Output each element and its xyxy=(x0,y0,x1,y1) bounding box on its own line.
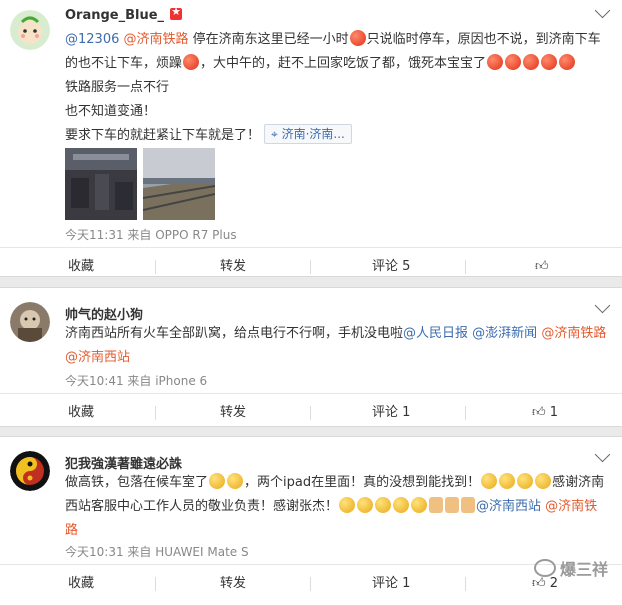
post-image-1[interactable] xyxy=(65,148,137,220)
post-time-source: 今天10:41 来自 iPhone 6 xyxy=(65,374,208,388)
divider xyxy=(465,577,466,591)
watermark-text: 爆三祥 xyxy=(559,560,608,579)
username[interactable]: 帅气的赵小狗 xyxy=(65,304,143,323)
location-text: 济南·济南... xyxy=(281,127,345,141)
post-time-source: 今天11:31 来自 OPPO R7 Plus xyxy=(65,228,237,242)
text-line: 要求下车的就赶紧让下车就是了！ xyxy=(65,128,261,143)
mention-link[interactable]: @澎湃新闻 xyxy=(472,326,537,341)
mention-link[interactable]: @济南西站 xyxy=(65,350,130,365)
mention-link[interactable]: @12306 xyxy=(65,32,119,47)
like-button[interactable]: 👍︎ xyxy=(535,248,549,286)
forward-button[interactable]: 转发 xyxy=(220,248,246,286)
angry-emoji-icon xyxy=(523,54,540,70)
location-tag[interactable]: ⌖ 济南·济南... xyxy=(264,124,352,144)
wechat-icon xyxy=(533,559,556,577)
thumbs-up-icon: 👍︎ xyxy=(532,405,546,420)
text-segment: ，两个ipad在里面！真的没想到能找到！ xyxy=(244,475,481,490)
collect-button[interactable]: 收藏 xyxy=(68,394,94,432)
crying-emoji-icon xyxy=(227,473,244,489)
pleading-emoji-icon xyxy=(411,497,428,513)
crying-emoji-icon xyxy=(209,473,226,489)
weibo-post-3: 犯我強漢著雖遠必誅 做高铁，包落在候车室了 ，两个ipad在里面！真的没想到能找到… xyxy=(0,436,622,606)
post-time-source: 今天10:31 来自 HUAWEI Mate S xyxy=(65,545,249,559)
avatar[interactable] xyxy=(10,302,50,342)
text-line: 铁路服务一点不行 xyxy=(65,80,170,95)
vip-badge-icon xyxy=(170,5,183,20)
watermark: 爆三祥 xyxy=(533,556,608,580)
text-line: 也不知道变通！ xyxy=(65,104,157,119)
divider xyxy=(310,406,311,420)
like-button[interactable]: 👍︎ 1 xyxy=(532,394,558,432)
text-segment: ，大中午的，赶不上回家吃饭了都，饿死本宝宝了 xyxy=(200,56,487,71)
relieved-emoji-icon xyxy=(535,473,552,489)
chevron-down-icon[interactable] xyxy=(594,446,611,463)
post-text: 做高铁，包落在候车室了 ，两个ipad在里面！真的没想到能找到！ 感谢济南西站客服中… xyxy=(65,471,610,543)
thumbs-up-icon: 👍︎ xyxy=(535,259,549,274)
mention-link[interactable]: @人民日报 xyxy=(403,326,468,341)
divider xyxy=(155,577,156,591)
post-text: 济南西站所有火车全部趴窝，给点电行不行啊，手机没电啦@人民日报 @澎湃新闻 @济… xyxy=(65,322,610,370)
mention-link[interactable]: @济南铁路 xyxy=(541,326,606,341)
pleading-emoji-icon xyxy=(393,497,410,513)
angry-emoji-icon xyxy=(505,54,522,70)
post-text: @12306 @济南铁路 停在济南东这里已经一小时 只说临时停车，原因也不说，到济… xyxy=(65,28,610,148)
divider xyxy=(310,577,311,591)
divider xyxy=(465,260,466,274)
divider xyxy=(155,260,156,274)
pleading-emoji-icon xyxy=(339,497,356,513)
pleading-emoji-icon xyxy=(375,497,392,513)
pleading-emoji-icon xyxy=(357,497,374,513)
mention-link[interactable]: @济南铁路 xyxy=(124,32,189,47)
username[interactable]: 犯我強漢著雖遠必誅 xyxy=(65,453,182,472)
text-segment: 济南西站所有火车全部趴窝，给点电行不行啊，手机没电啦 xyxy=(65,326,404,341)
relieved-emoji-icon xyxy=(517,473,534,489)
forward-button[interactable]: 转发 xyxy=(220,394,246,432)
chevron-down-icon[interactable] xyxy=(594,297,611,314)
post-image-2[interactable] xyxy=(142,148,216,220)
collect-button[interactable]: 收藏 xyxy=(68,248,94,286)
comment-button[interactable]: 评论 1 xyxy=(372,565,410,603)
like-count: 1 xyxy=(549,405,559,420)
divider xyxy=(310,260,311,274)
collect-button[interactable]: 收藏 xyxy=(68,565,94,603)
angry-emoji-icon xyxy=(559,54,576,70)
text-segment: 做高铁，包落在候车室了 xyxy=(65,475,209,490)
avatar[interactable] xyxy=(10,451,50,491)
relieved-emoji-icon xyxy=(499,473,516,489)
angry-emoji-icon xyxy=(183,54,200,70)
praying-hands-icon xyxy=(429,497,444,513)
action-bar: 收藏 转发 评论 1 👍︎ 2 xyxy=(0,564,622,603)
relieved-emoji-icon xyxy=(481,473,498,489)
comment-button[interactable]: 评论 5 xyxy=(372,248,410,286)
location-pin-icon: ⌖ xyxy=(271,127,278,141)
praying-hands-icon xyxy=(445,497,460,513)
forward-button[interactable]: 转发 xyxy=(220,565,246,603)
weibo-post-1: Orange_Blue_ @12306 @济南铁路 停在济南东这里已经一小时只说… xyxy=(0,0,622,277)
chevron-down-icon[interactable] xyxy=(594,2,611,19)
avatar[interactable] xyxy=(10,10,50,50)
action-bar: 收藏 转发 评论 5 👍︎ xyxy=(0,247,622,286)
action-bar: 收藏 转发 评论 1 👍︎ 1 xyxy=(0,393,622,432)
username-text[interactable]: Orange_Blue_ xyxy=(65,8,164,23)
mention-link[interactable]: @济南西站 xyxy=(476,499,541,514)
text-segment: 停在济南东这里已经一小时 xyxy=(192,32,349,47)
comment-button[interactable]: 评论 1 xyxy=(372,394,410,432)
divider xyxy=(465,406,466,420)
angry-emoji-icon xyxy=(487,54,504,70)
angry-emoji-icon xyxy=(541,54,558,70)
username[interactable]: Orange_Blue_ xyxy=(65,5,183,23)
angry-emoji-icon xyxy=(349,30,366,46)
weibo-post-2: 帅气的赵小狗 济南西站所有火车全部趴窝，给点电行不行啊，手机没电啦@人民日报 @… xyxy=(0,287,622,427)
praying-hands-icon xyxy=(461,497,476,513)
divider xyxy=(155,406,156,420)
